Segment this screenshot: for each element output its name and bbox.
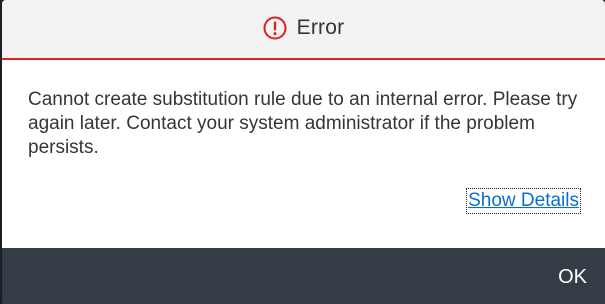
dialog-body: Cannot create substitution rule due to a… [2, 60, 605, 248]
error-message: Cannot create substitution rule due to a… [28, 89, 578, 158]
error-circle-icon [263, 16, 287, 40]
dialog-title: Error [296, 16, 345, 39]
dialog-title-group: Error [263, 16, 345, 40]
dialog-footer: OK [2, 248, 605, 304]
show-details-link[interactable]: Show Details [466, 188, 581, 214]
error-dialog: Error Cannot create substitution rule du… [2, 0, 605, 304]
dialog-header: Error [2, 0, 605, 60]
ok-button[interactable]: OK [558, 266, 587, 289]
